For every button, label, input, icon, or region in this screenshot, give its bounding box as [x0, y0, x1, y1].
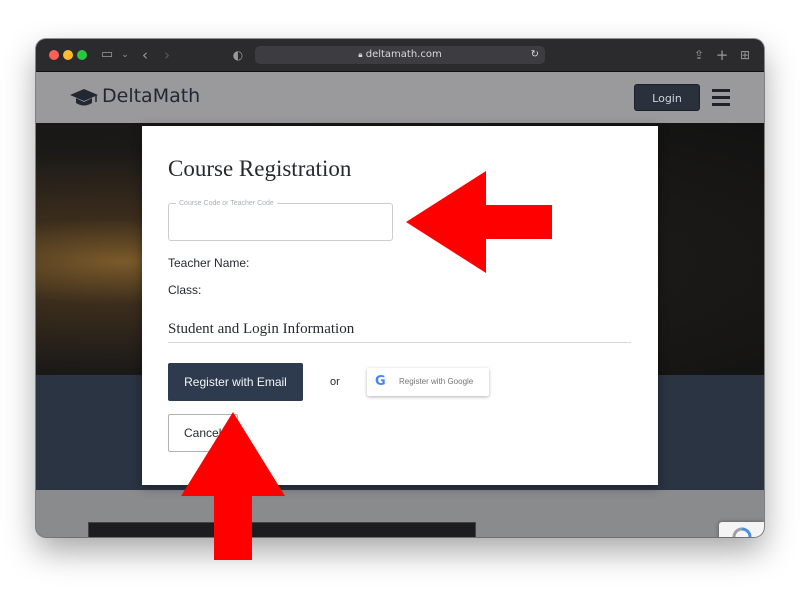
- chevron-right-icon[interactable]: ›: [158, 45, 176, 65]
- section-heading: Student and Login Information: [168, 321, 355, 337]
- address-bar[interactable]: 🔒︎ deltamath.com ↻: [255, 46, 545, 64]
- chevron-left-icon[interactable]: ‹: [136, 45, 154, 65]
- recaptcha-icon: [732, 527, 751, 537]
- course-code-input[interactable]: [177, 214, 386, 234]
- plus-icon[interactable]: +: [713, 45, 731, 65]
- close-window-button[interactable]: [49, 50, 59, 60]
- register-with-google-button[interactable]: G Register with Google: [367, 368, 489, 396]
- course-code-field-label: Course Code or Teacher Code: [176, 198, 277, 209]
- tab-overview-icon[interactable]: ⊞: [736, 45, 754, 65]
- or-separator: or: [330, 376, 340, 388]
- minimize-window-button[interactable]: [63, 50, 73, 60]
- login-button[interactable]: Login: [634, 84, 700, 111]
- modal-title: Course Registration: [168, 156, 352, 181]
- reload-icon[interactable]: ↻: [531, 46, 539, 64]
- sidebar-icon[interactable]: ▭: [98, 45, 116, 65]
- url-text: deltamath.com: [365, 49, 442, 60]
- arrow-up-annotation: [181, 412, 285, 560]
- section-divider: [168, 342, 631, 343]
- brand-logo-text[interactable]: DeltaMath: [102, 85, 200, 107]
- recaptcha-badge[interactable]: [719, 522, 764, 537]
- shield-icon[interactable]: ◐: [229, 45, 247, 65]
- chevron-down-icon[interactable]: ⌄: [116, 45, 134, 65]
- class-label: Class:: [168, 283, 202, 297]
- site-header: DeltaMath Login: [36, 72, 764, 123]
- graduation-cap-icon: [70, 89, 98, 106]
- arrow-left-annotation: [406, 171, 552, 273]
- lock-icon: 🔒︎: [358, 50, 363, 59]
- google-button-label: Register with Google: [399, 377, 474, 386]
- hamburger-menu-icon[interactable]: [712, 89, 730, 106]
- browser-titlebar: ▭ ⌄ ‹ › ◐ 🔒︎ deltamath.com ↻ ⇪ + ⊞: [36, 39, 764, 72]
- register-with-email-button[interactable]: Register with Email: [168, 363, 303, 401]
- zoom-window-button[interactable]: [77, 50, 87, 60]
- share-icon[interactable]: ⇪: [690, 45, 708, 65]
- teacher-name-label: Teacher Name:: [168, 256, 250, 270]
- google-icon: G: [375, 374, 386, 389]
- course-code-field[interactable]: Course Code or Teacher Code: [168, 198, 393, 241]
